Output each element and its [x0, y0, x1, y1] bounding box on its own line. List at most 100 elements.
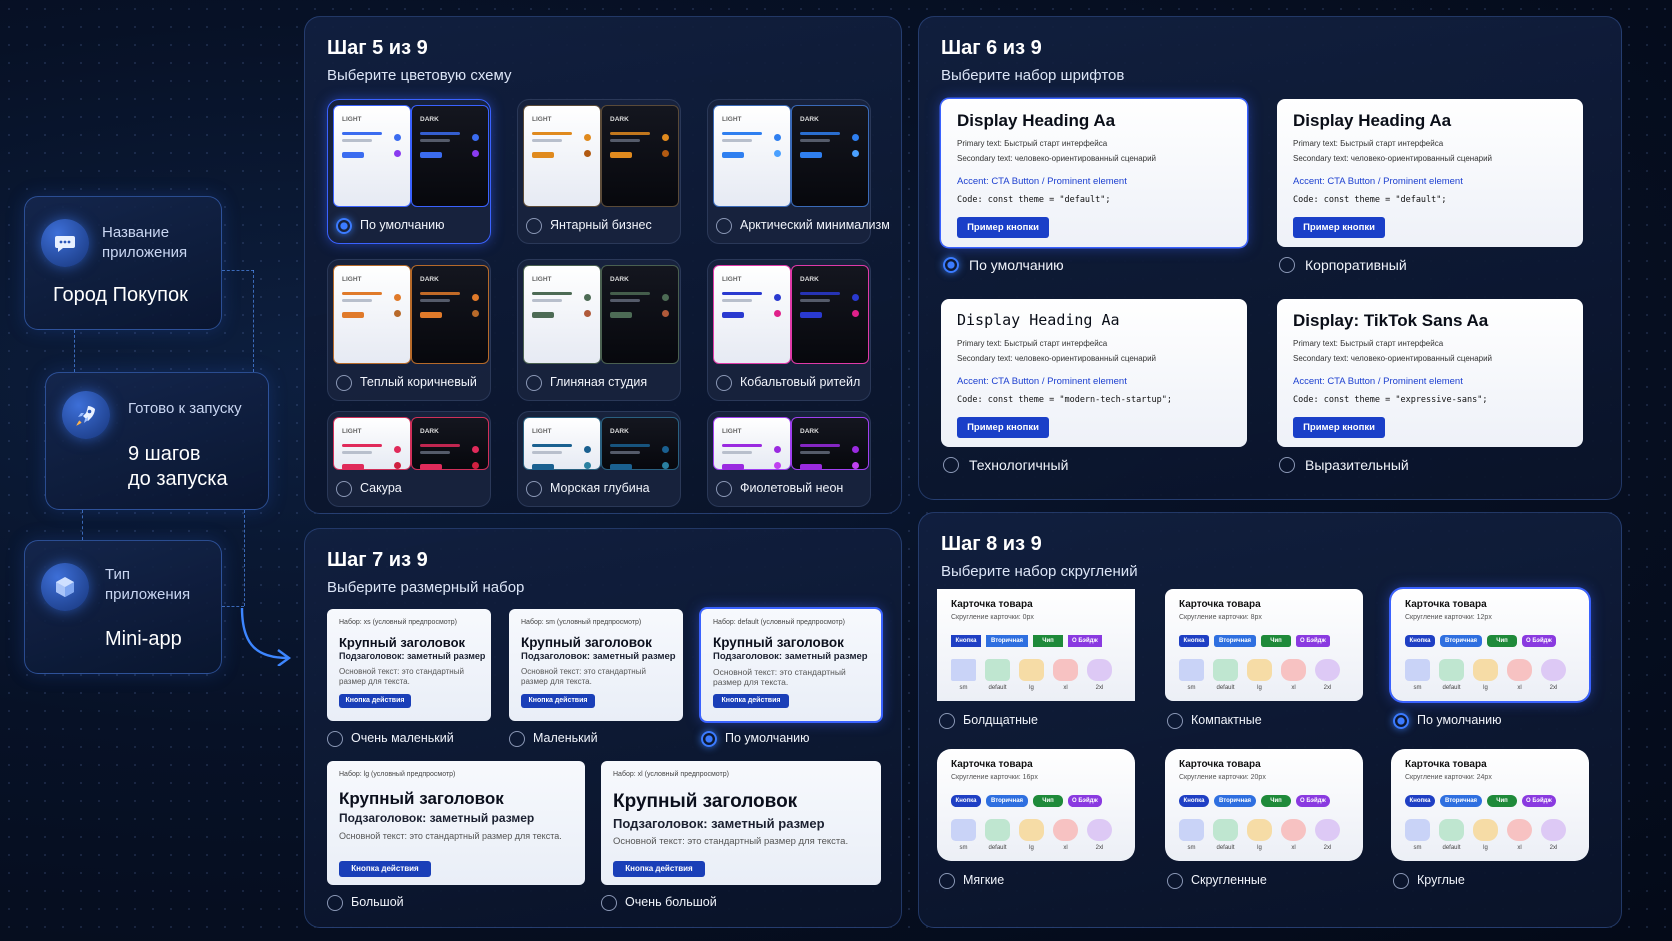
radio-button[interactable] [716, 375, 732, 391]
radio-button[interactable] [526, 375, 542, 391]
dark-tag: DARK [800, 276, 819, 283]
radius-swatch [1247, 659, 1272, 681]
swatch-label: 2xl [1323, 685, 1332, 691]
preview-dot [852, 310, 859, 317]
radius-set-card[interactable]: Карточка товара Скругление карточки: 24px… [1391, 749, 1589, 861]
radius-set-card[interactable]: Карточка товара Скругление карточки: 0px К… [937, 589, 1135, 701]
step6-title: Шаг 6 из 9 [941, 37, 1042, 59]
sample-chip: Кнопка [1179, 795, 1209, 807]
connector-line [253, 270, 254, 372]
radio-button[interactable] [526, 218, 542, 234]
sample-chip: Вторичная [986, 635, 1028, 647]
preview-bar [342, 292, 382, 295]
action-button[interactable]: Кнопка действия [613, 861, 705, 877]
action-button[interactable]: Кнопка действия [713, 694, 789, 708]
sample-button[interactable]: Пример кнопки [1293, 217, 1385, 238]
radio-button[interactable] [716, 218, 732, 234]
size-set-card[interactable]: Набор: default (условный предпросмотр) Кр… [701, 609, 881, 721]
color-scheme-option[interactable]: LIGHT DARK Морская глубина [517, 411, 681, 507]
radius-set-card[interactable]: Карточка товара Скругление карточки: 16px… [937, 749, 1135, 861]
radio-button[interactable] [1279, 257, 1295, 273]
option-label: По умолчанию [725, 731, 810, 745]
radio-button[interactable] [327, 731, 343, 747]
radio-button[interactable] [336, 375, 352, 391]
color-scheme-option[interactable]: LIGHT DARK Сакура [327, 411, 491, 507]
product-card-title: Карточка товара [1405, 759, 1487, 770]
radio-button[interactable] [939, 873, 955, 889]
sample-button[interactable]: Пример кнопки [957, 417, 1049, 438]
chip-row: Кнопка Вторичная Чип О Бэйдж [1179, 635, 1330, 647]
light-preview: LIGHT [713, 265, 791, 364]
radio-button[interactable] [1167, 713, 1183, 729]
app-type-value: Mini-app [105, 628, 182, 650]
sample-button[interactable]: Пример кнопки [957, 217, 1049, 238]
radio-button[interactable] [1167, 873, 1183, 889]
radio-button[interactable] [509, 731, 525, 747]
color-scheme-option[interactable]: LIGHT DARK Арктический минимализм [707, 99, 890, 244]
action-button[interactable]: Кнопка действия [339, 861, 431, 877]
action-button[interactable]: Кнопка действия [521, 694, 595, 708]
color-scheme-option[interactable]: LIGHT DARK Теплый коричневый [327, 259, 491, 401]
radio-button[interactable] [939, 713, 955, 729]
color-scheme-option[interactable]: LIGHT DARK Кобальтовый ритейл [707, 259, 871, 401]
arrow-right-icon [240, 607, 292, 666]
radius-value-text: Скругление карточки: 8px [1179, 614, 1262, 621]
radius-set-card[interactable]: Карточка товара Скругление карточки: 20px… [1165, 749, 1363, 861]
step6-subtitle: Выберите набор шрифтов [941, 67, 1125, 84]
radius-set-card[interactable]: Карточка товара Скругление карточки: 12px… [1391, 589, 1589, 701]
action-button[interactable]: Кнопка действия [339, 694, 411, 708]
size-set-card[interactable]: Набор: xl (условный предпросмотр) Крупный… [601, 761, 881, 885]
option-label: Мягкие [963, 873, 1005, 887]
radio-button[interactable] [701, 731, 717, 747]
subheading-sample: Подзаголовок: заметный размер [521, 651, 676, 662]
radio-button[interactable] [327, 895, 343, 911]
dark-tag: DARK [420, 428, 439, 435]
radio-button[interactable] [1393, 873, 1409, 889]
radio-button[interactable] [716, 481, 732, 497]
radio-button[interactable] [1279, 457, 1295, 473]
radio-button[interactable] [336, 481, 352, 497]
font-set-card[interactable]: Display Heading Aa Primary text: Быстрый … [941, 299, 1247, 447]
preview-button [532, 312, 554, 318]
preview-dot [774, 462, 781, 469]
radio-button[interactable] [601, 895, 617, 911]
size-set-card[interactable]: Набор: xs (условный предпросмотр) Крупный… [327, 609, 491, 721]
sample-button[interactable]: Пример кнопки [1293, 417, 1385, 438]
color-scheme-option[interactable]: LIGHT DARK Глиняная студия [517, 259, 681, 401]
option-label: Технологичный [969, 457, 1069, 473]
sample-chip: Вторичная [1440, 635, 1482, 647]
preview-dot [472, 150, 479, 157]
option-label: Янтарный бизнес [550, 218, 652, 232]
radio-button[interactable] [336, 218, 352, 234]
radius-swatch [1213, 659, 1238, 681]
sample-chip: Вторичная [1214, 635, 1256, 647]
color-scheme-option[interactable]: LIGHT DARK По умолчанию [327, 99, 491, 244]
dark-preview: DARK [791, 417, 869, 470]
radius-value-text: Скругление карточки: 20px [1179, 774, 1266, 781]
sample-chip: О Бэйдж [1296, 795, 1330, 807]
radio-button[interactable] [943, 257, 959, 273]
color-scheme-option[interactable]: LIGHT DARK Янтарный бизнес [517, 99, 681, 244]
radio-button[interactable] [1393, 713, 1409, 729]
radius-value-text: Скругление карточки: 12px [1405, 614, 1492, 621]
light-tag: LIGHT [722, 116, 742, 123]
font-set-card[interactable]: Display: TikTok Sans Aa Primary text: Быс… [1277, 299, 1583, 447]
radius-swatch [1541, 819, 1566, 841]
radio-button[interactable] [943, 457, 959, 473]
option-label: Болдщатные [963, 713, 1038, 727]
step8-panel: Шаг 8 из 9 Выберите набор скруглений Кар… [918, 512, 1622, 928]
body-text-sample: Основной текст: это стандартный размер д… [521, 667, 646, 686]
size-set-card[interactable]: Набор: sm (условный предпросмотр) Крупный… [509, 609, 683, 721]
size-set-card[interactable]: Набор: lg (условный предпросмотр) Крупный… [327, 761, 585, 885]
heading-sample: Крупный заголовок [521, 635, 652, 650]
secondary-text-sample: Secondary text: человеко-ориентированный… [957, 354, 1157, 363]
font-set-card[interactable]: Display Heading Aa Primary text: Быстрый … [941, 99, 1247, 247]
dark-preview: DARK [601, 417, 679, 470]
font-set-card[interactable]: Display Heading Aa Primary text: Быстрый … [1277, 99, 1583, 247]
preview-bar [342, 132, 382, 135]
preview-bar [342, 444, 382, 447]
option-label: Сакура [360, 481, 402, 495]
color-scheme-option[interactable]: LIGHT DARK Фиолетовый неон [707, 411, 871, 507]
radio-button[interactable] [526, 481, 542, 497]
radius-set-card[interactable]: Карточка товара Скругление карточки: 8px К… [1165, 589, 1363, 701]
